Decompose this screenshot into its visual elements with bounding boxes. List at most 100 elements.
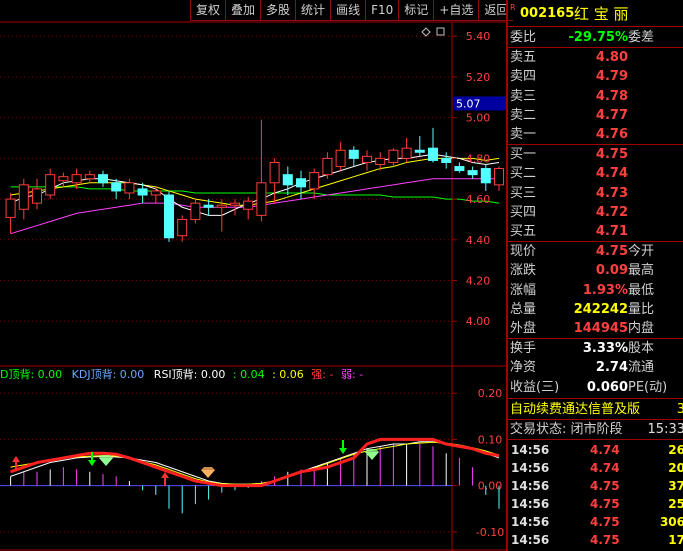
stat-row-0-label2: 今开 <box>628 244 655 259</box>
ratio-row: 委比 -29.75% 委差 <box>508 28 683 47</box>
bid-row-0-value: 4.75 <box>595 147 628 162</box>
legend-weak: 弱: - <box>340 368 364 381</box>
ask-row-3-label: 卖二 <box>510 107 537 123</box>
bid-row-0: 买一 4.75 <box>508 145 683 164</box>
candles <box>5 119 504 242</box>
stat-row-0: 现价 4.75 今开 <box>508 242 683 261</box>
ad-banner[interactable]: 自动续费通达信普及版 3 <box>508 400 683 419</box>
candle-body <box>401 147 412 159</box>
diamond-signal-top <box>201 467 215 470</box>
ask-row-0-label: 卖五 <box>510 50 537 65</box>
candle-body <box>137 188 148 196</box>
candle-body <box>45 174 56 196</box>
toolbar-btn-6[interactable]: 标记 <box>398 0 434 21</box>
ask-row-1-value: 4.79 <box>595 69 628 85</box>
white-line <box>10 441 500 485</box>
toolbar-btn-5[interactable]: F10 <box>365 0 399 21</box>
tick-price: 4.75 <box>590 497 620 511</box>
ask-row-2-value: 4.78 <box>595 88 628 104</box>
stat-row-3: 总量 242242 量比 <box>508 300 683 319</box>
bid-row-1-label: 买二 <box>510 166 537 182</box>
candle-body <box>309 172 320 190</box>
price-marker-text: 5.07 <box>456 97 481 110</box>
candle-body <box>388 149 399 163</box>
indicator-panel: 0.200.100.00-0.10 <box>0 387 504 539</box>
candle-body <box>454 166 465 172</box>
bid-row-3-label: 买四 <box>510 204 537 220</box>
stat-row-4: 外盘 144945 内盘 <box>508 319 683 338</box>
stat-row-4-label2: 内盘 <box>628 321 655 337</box>
trade-status: 交易状态: 闭市阶段 <box>510 422 623 437</box>
stat-row-2-label2: 最低 <box>628 282 655 298</box>
yellow-line <box>10 441 500 485</box>
stock-code: 002165 <box>520 6 575 21</box>
stat-row-2-value: 1.93% <box>582 282 628 298</box>
stat-row-3-value: 242242 <box>573 301 628 317</box>
ratio-label: 委比 <box>510 30 537 45</box>
candle-body <box>71 174 82 184</box>
tick-row: 14:56 4.74 26 <box>508 441 683 459</box>
ind-tick-label: 0.10 <box>478 433 503 446</box>
candle-body <box>98 174 108 184</box>
price-tick-label: 5.00 <box>466 112 491 125</box>
ask-row-4-value: 4.76 <box>595 127 628 143</box>
price-axis: 5.40 5.20 5.00 4.80 4.60 4.40 4.20 4.00 5.07 <box>421 27 506 328</box>
toolbar-btn-7[interactable]: +自选 <box>433 0 479 21</box>
candle-body <box>164 194 174 239</box>
stat2-row-1-label: 净资 <box>510 360 537 376</box>
candle-body <box>84 174 95 180</box>
toolbar-btn-0[interactable]: 复权 <box>190 0 226 21</box>
tick-vol: 37 <box>668 479 683 493</box>
square-icon <box>436 27 445 36</box>
bid-row-1: 买二 4.74 <box>508 164 683 183</box>
tick-time: 14:56 <box>511 443 550 457</box>
trade-time: 15:33 <box>647 422 683 437</box>
tick-time: 14:56 <box>511 479 550 493</box>
sell-arrow-icon <box>339 440 347 454</box>
candle-body <box>348 149 359 159</box>
price-tick-label: 5.20 <box>466 71 491 84</box>
tick-price: 4.74 <box>590 443 620 457</box>
candle-body <box>230 202 240 206</box>
bid-row-2-label: 买三 <box>510 185 537 201</box>
candle-body <box>111 182 122 192</box>
bid-row-4-label: 买五 <box>510 224 537 240</box>
price-tick-label: 4.40 <box>466 234 491 247</box>
stat2-row-1-label2: 流通 <box>628 360 655 376</box>
stat2-row-1: 净资 2.74 流通 <box>508 358 683 377</box>
indicator-legend: D顶背: 0.00 KDJ顶背: 0.00 RSI顶背: 0.00 : 0.04… <box>0 367 363 383</box>
diamond-signal-icon <box>201 470 215 478</box>
ind-tick-label: 0.20 <box>478 387 503 400</box>
candle-body <box>269 161 280 184</box>
stat-row-4-label: 外盘 <box>510 321 537 337</box>
kline-chart[interactable]: 0.200.100.00-0.10 5.405.205.004.804.604.… <box>0 0 506 551</box>
candle-body <box>58 176 69 182</box>
stat-row-2-label: 涨幅 <box>510 282 537 298</box>
toolbar-btn-1[interactable]: 叠加 <box>225 0 261 21</box>
bid-row-4-value: 4.71 <box>595 224 628 240</box>
toolbar-btn-4[interactable]: 画线 <box>330 0 366 21</box>
legend-rsi: RSI顶背: 0.00 <box>153 368 226 381</box>
buy-arrow-icon <box>161 472 169 486</box>
stat2-row-0-value: 3.33% <box>582 341 628 356</box>
ask-row-2: 卖三 4.78 <box>508 87 683 106</box>
bid-row-4: 买五 4.71 <box>508 222 683 241</box>
legend-v1: : 0.04 <box>232 368 265 381</box>
tick-row: 14:56 4.75 37 <box>508 477 683 495</box>
moving-averages <box>10 153 500 235</box>
chart-toolbar: 复权 叠加 多股 统计 画线 F10 标记 +自选 返回 <box>190 0 514 22</box>
toolbar-btn-2[interactable]: 多股 <box>260 0 296 21</box>
candle-body <box>177 218 188 237</box>
price-tick-label: 4.00 <box>466 315 491 328</box>
candle-body <box>362 155 372 163</box>
candle-body <box>414 149 425 153</box>
candle-body <box>243 200 254 210</box>
tick-price: 4.75 <box>590 479 620 493</box>
ad-text[interactable]: 自动续费通达信普及版 <box>510 400 640 419</box>
toolbar-btn-3[interactable]: 统计 <box>295 0 331 21</box>
ask-row-2-label: 卖三 <box>510 88 537 104</box>
diamond-signal-icon <box>99 458 113 466</box>
ind-tick-label: -0.10 <box>476 526 504 539</box>
ma10-line <box>10 157 500 206</box>
stat-row-0-value: 4.75 <box>595 244 628 259</box>
